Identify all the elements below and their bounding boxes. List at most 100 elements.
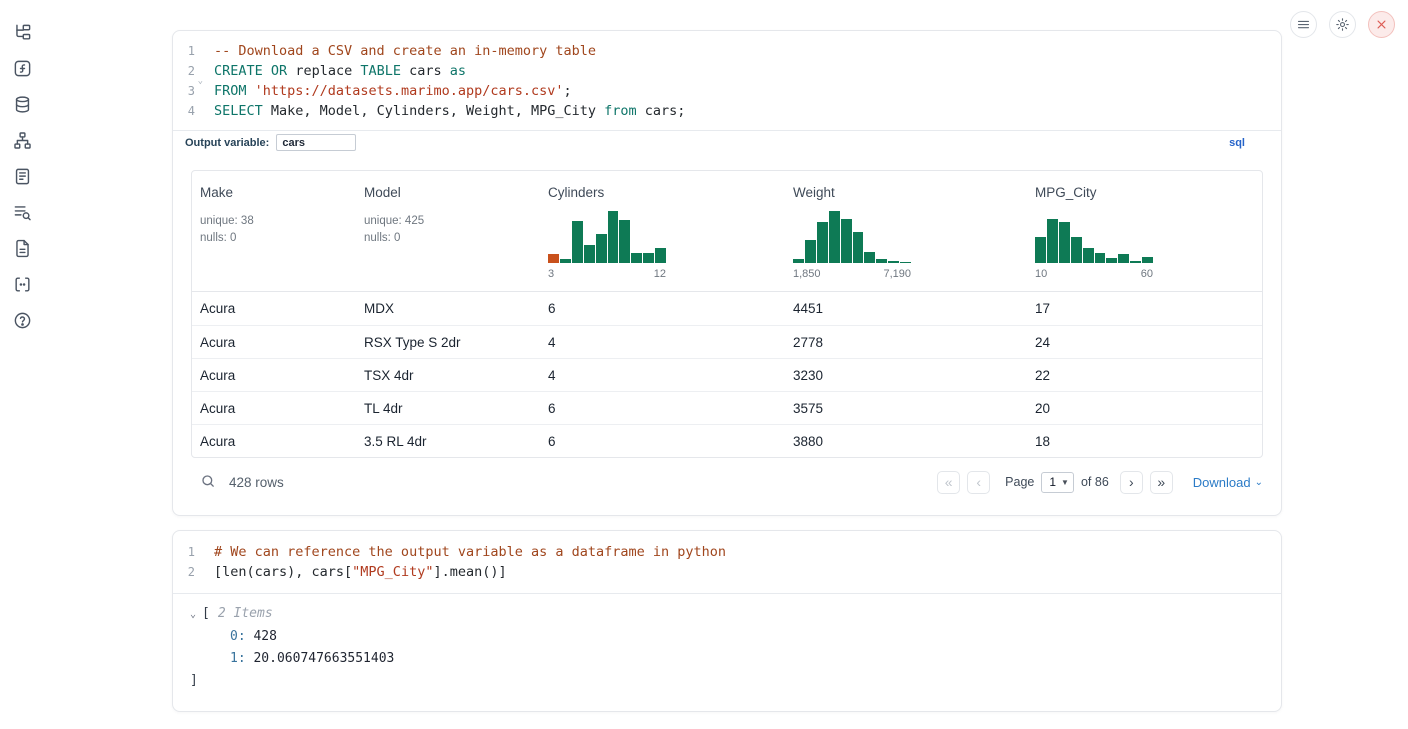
fold-chevron-icon[interactable]: ⌄ [198, 71, 203, 91]
variables-icon[interactable] [12, 58, 32, 78]
column-label: Cylinders [548, 183, 777, 203]
code-line[interactable]: 2⌄CREATE OR replace TABLE cars as [173, 61, 1281, 81]
output-variable-input[interactable] [276, 134, 356, 151]
dependency-graph-icon[interactable] [12, 130, 32, 150]
output-entry: 1: 20.060747663551403 [173, 648, 1281, 670]
page-total-label: of 86 [1081, 475, 1109, 489]
output-variable-label: Output variable: [185, 137, 269, 149]
output-entries: 0: 4281: 20.060747663551403 [173, 626, 1281, 670]
column-stats: unique: 38nulls: 0 [200, 213, 348, 247]
code-line[interactable]: 4SELECT Make, Model, Cylinders, Weight, … [173, 101, 1281, 121]
python-cell: 1# We can reference the output variable … [172, 530, 1282, 712]
code-text: # We can reference the output variable a… [195, 542, 726, 562]
chevron-down-icon: ⌄ [1255, 477, 1263, 488]
scratchpad-icon[interactable] [12, 166, 32, 186]
sidebar [0, 0, 44, 330]
table-header: Make unique: 38nulls: 0Modelunique: 425nu… [192, 171, 1262, 292]
code-line[interactable]: 1# We can reference the output variable … [173, 542, 1281, 562]
table-cell: TSX 4dr [356, 368, 540, 383]
hamburger-menu-icon [1296, 17, 1311, 32]
table-cell: 18 [1027, 434, 1262, 449]
output-entry: 0: 428 [173, 626, 1281, 648]
table-cell: 22 [1027, 368, 1262, 383]
column-histogram[interactable]: 1,8507,190 [793, 211, 911, 281]
table-cell: 4 [540, 368, 785, 383]
code-text: SELECT Make, Model, Cylinders, Weight, M… [195, 101, 685, 121]
column-label: MPG_City [1035, 183, 1254, 203]
window-controls [1290, 11, 1395, 38]
table-body: AcuraMDX6445117AcuraRSX Type S 2dr427782… [192, 292, 1262, 457]
column-histogram[interactable]: 312 [548, 211, 666, 281]
search-icon[interactable] [199, 473, 217, 491]
column-stats: unique: 425nulls: 0 [364, 213, 532, 247]
next-page-button[interactable]: › [1120, 471, 1143, 494]
file-explorer-icon[interactable] [12, 22, 32, 42]
logs-icon[interactable] [12, 202, 32, 222]
code-line[interactable]: 1-- Download a CSV and create an in-memo… [173, 41, 1281, 61]
download-label: Download [1193, 475, 1251, 490]
histogram-bars [548, 211, 666, 263]
table-cell: Acura [192, 368, 356, 383]
snippets-icon[interactable] [12, 274, 32, 294]
column-label: Weight [793, 183, 1019, 203]
close-bracket: ] [190, 673, 198, 688]
documentation-icon[interactable] [12, 238, 32, 258]
table-row[interactable]: AcuraMDX6445117 [192, 292, 1262, 325]
output-tree-root[interactable]: ⌄[2 Items [173, 603, 1281, 626]
table-row[interactable]: AcuraTSX 4dr4323022 [192, 358, 1262, 391]
code-text: -- Download a CSV and create an in-memor… [195, 41, 596, 61]
histogram-range-labels: 1,8507,190 [793, 267, 911, 281]
close-button[interactable] [1368, 11, 1395, 38]
table-cell: Acura [192, 401, 356, 416]
download-button[interactable]: Download ⌄ [1193, 475, 1263, 490]
column-header-make[interactable]: Make unique: 38nulls: 0 [192, 171, 356, 291]
datasources-icon[interactable] [12, 94, 32, 114]
code-line[interactable]: 2[len(cars), cars["MPG_City"].mean()] [173, 562, 1281, 582]
line-number: 2⌄ [173, 61, 195, 81]
code-text: FROM 'https://datasets.marimo.app/cars.c… [195, 81, 572, 101]
table-cell: 3575 [785, 401, 1027, 416]
table-cell: Acura [192, 434, 356, 449]
python-code-editor[interactable]: 1# We can reference the output variable … [173, 531, 1281, 593]
page-label: Page [1005, 475, 1034, 489]
table-row[interactable]: Acura3.5 RL 4dr6388018 [192, 424, 1262, 457]
help-icon[interactable] [12, 310, 32, 330]
column-label: Make [200, 183, 348, 203]
table-row[interactable]: AcuraTL 4dr6357520 [192, 391, 1262, 424]
table-row[interactable]: AcuraRSX Type S 2dr4277824 [192, 325, 1262, 358]
table-cell: 3.5 RL 4dr [356, 434, 540, 449]
table-cell: 4 [540, 335, 785, 350]
table-cell: 4451 [785, 301, 1027, 316]
histogram-range-labels: 312 [548, 267, 666, 281]
last-page-button[interactable]: » [1150, 471, 1173, 494]
code-text: CREATE OR replace TABLE cars as [195, 61, 466, 81]
code-text: [len(cars), cars["MPG_City"].mean()] [195, 562, 507, 582]
settings-button[interactable] [1329, 11, 1356, 38]
column-header-cylinders[interactable]: Cylinders 312 [540, 171, 785, 291]
column-header-weight[interactable]: Weight 1,8507,190 [785, 171, 1027, 291]
table-cell: MDX [356, 301, 540, 316]
prev-page-button[interactable]: ‹ [967, 471, 990, 494]
histogram-range-labels: 1060 [1035, 267, 1153, 281]
first-page-button[interactable]: « [937, 471, 960, 494]
column-histogram[interactable]: 1060 [1035, 211, 1153, 281]
table-cell: Acura [192, 335, 356, 350]
menu-button[interactable] [1290, 11, 1317, 38]
page-select[interactable]: 1 ▼ [1041, 472, 1074, 493]
sql-cell: 1-- Download a CSV and create an in-memo… [172, 30, 1282, 516]
close-icon [1374, 17, 1389, 32]
table-cell: 3230 [785, 368, 1027, 383]
table-cell: 2778 [785, 335, 1027, 350]
column-header-model[interactable]: Modelunique: 425nulls: 0 [356, 171, 540, 291]
line-number: 3 [173, 81, 195, 101]
items-count-label: 2 Items [218, 606, 273, 621]
collapse-chevron-icon[interactable]: ⌄ [190, 609, 196, 620]
table-cell: 3880 [785, 434, 1027, 449]
table-cell: 20 [1027, 401, 1262, 416]
column-header-mpg_city[interactable]: MPG_City 1060 [1027, 171, 1262, 291]
line-number: 2 [173, 562, 195, 582]
code-line[interactable]: 3FROM 'https://datasets.marimo.app/cars.… [173, 81, 1281, 101]
sql-code-editor[interactable]: 1-- Download a CSV and create an in-memo… [173, 31, 1281, 130]
histogram-bars [793, 211, 911, 263]
line-number: 4 [173, 101, 195, 121]
